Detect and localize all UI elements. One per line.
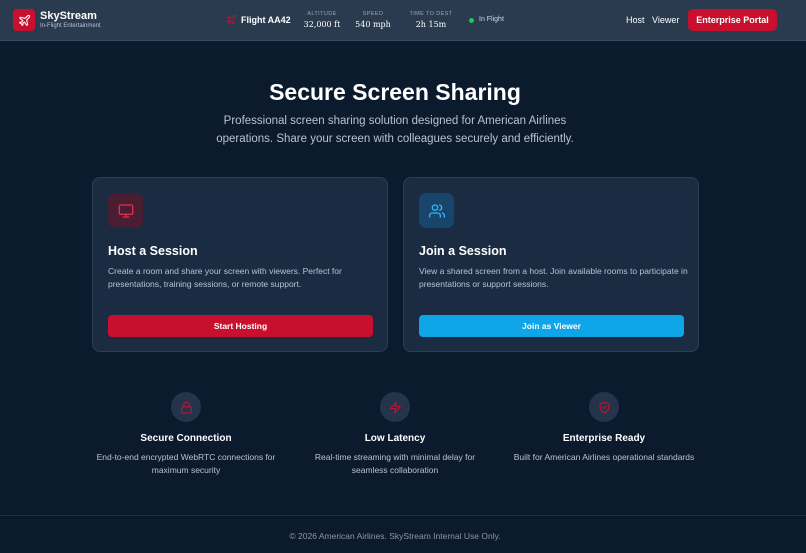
enterprise-portal-button[interactable]: Enterprise Portal	[688, 9, 777, 31]
feature-title: Secure Connection	[140, 433, 232, 444]
feature-low-latency: Low Latency Real-time streaming with min…	[295, 392, 495, 476]
status-indicator	[469, 18, 474, 23]
join-card-description: View a shared screen from a host. Join a…	[419, 266, 688, 289]
join-session-card: Join a Session View a shared screen from…	[403, 177, 699, 352]
users-icon	[419, 193, 454, 228]
page-title: Secure Screen Sharing	[269, 79, 521, 105]
footer-copyright: © 2026 American Airlines. SkyStream Inte…	[289, 531, 501, 541]
time-to-dest-label: TIME TO DEST	[409, 11, 453, 17]
brand-name[interactable]: SkyStream	[40, 10, 97, 22]
host-card-title: Host a Session	[108, 244, 198, 258]
time-to-dest-value: 2h 15m	[415, 20, 447, 29]
join-card-title: Join a Session	[419, 244, 507, 258]
nav-viewer-link[interactable]: Viewer	[652, 15, 679, 25]
feature-description: End-to-end encrypted WebRTC connections …	[96, 452, 276, 475]
page-subtitle: Professional screen sharing solution des…	[216, 115, 574, 145]
feature-title: Enterprise Ready	[562, 433, 646, 444]
feature-title: Low Latency	[364, 433, 426, 444]
feature-secure-connection: Secure Connection End-to-end encrypted W…	[86, 392, 286, 476]
brand-tagline: In-Flight Entertainment	[40, 23, 101, 29]
speed-stat: SPEED 540 mph	[353, 11, 393, 29]
join-as-viewer-button[interactable]: Join as Viewer	[419, 315, 684, 337]
flight-status: In Flight	[479, 16, 504, 23]
host-session-card: Host a Session Create a room and share y…	[92, 177, 388, 352]
altitude-value: 32,000 ft	[303, 20, 341, 29]
feature-enterprise-ready: Enterprise Ready Built for American Airl…	[504, 392, 704, 464]
feature-description: Real-time streaming with minimal delay f…	[314, 452, 476, 475]
speed-label: SPEED	[362, 11, 384, 17]
airplane-icon	[226, 14, 237, 25]
footer-divider	[0, 515, 806, 516]
lock-icon	[171, 392, 201, 422]
speed-value: 540 mph	[355, 20, 391, 29]
time-to-dest-stat: TIME TO DEST 2h 15m	[404, 11, 458, 29]
top-navbar: SkyStream In-Flight Entertainment Flight…	[0, 0, 806, 41]
nav-host-link[interactable]: Host	[626, 15, 645, 25]
airplane-icon[interactable]	[13, 9, 35, 31]
flight-number: Flight AA42	[241, 15, 291, 25]
altitude-stat: ALTITUDE 32,000 ft	[302, 11, 342, 29]
lightning-icon	[380, 392, 410, 422]
host-card-description: Create a room and share your screen with…	[108, 266, 342, 289]
feature-description: Built for American Airlines operational …	[513, 452, 695, 462]
start-hosting-button[interactable]: Start Hosting	[108, 315, 373, 337]
altitude-label: ALTITUDE	[307, 11, 337, 17]
shield-icon	[589, 392, 619, 422]
monitor-icon	[108, 193, 143, 228]
